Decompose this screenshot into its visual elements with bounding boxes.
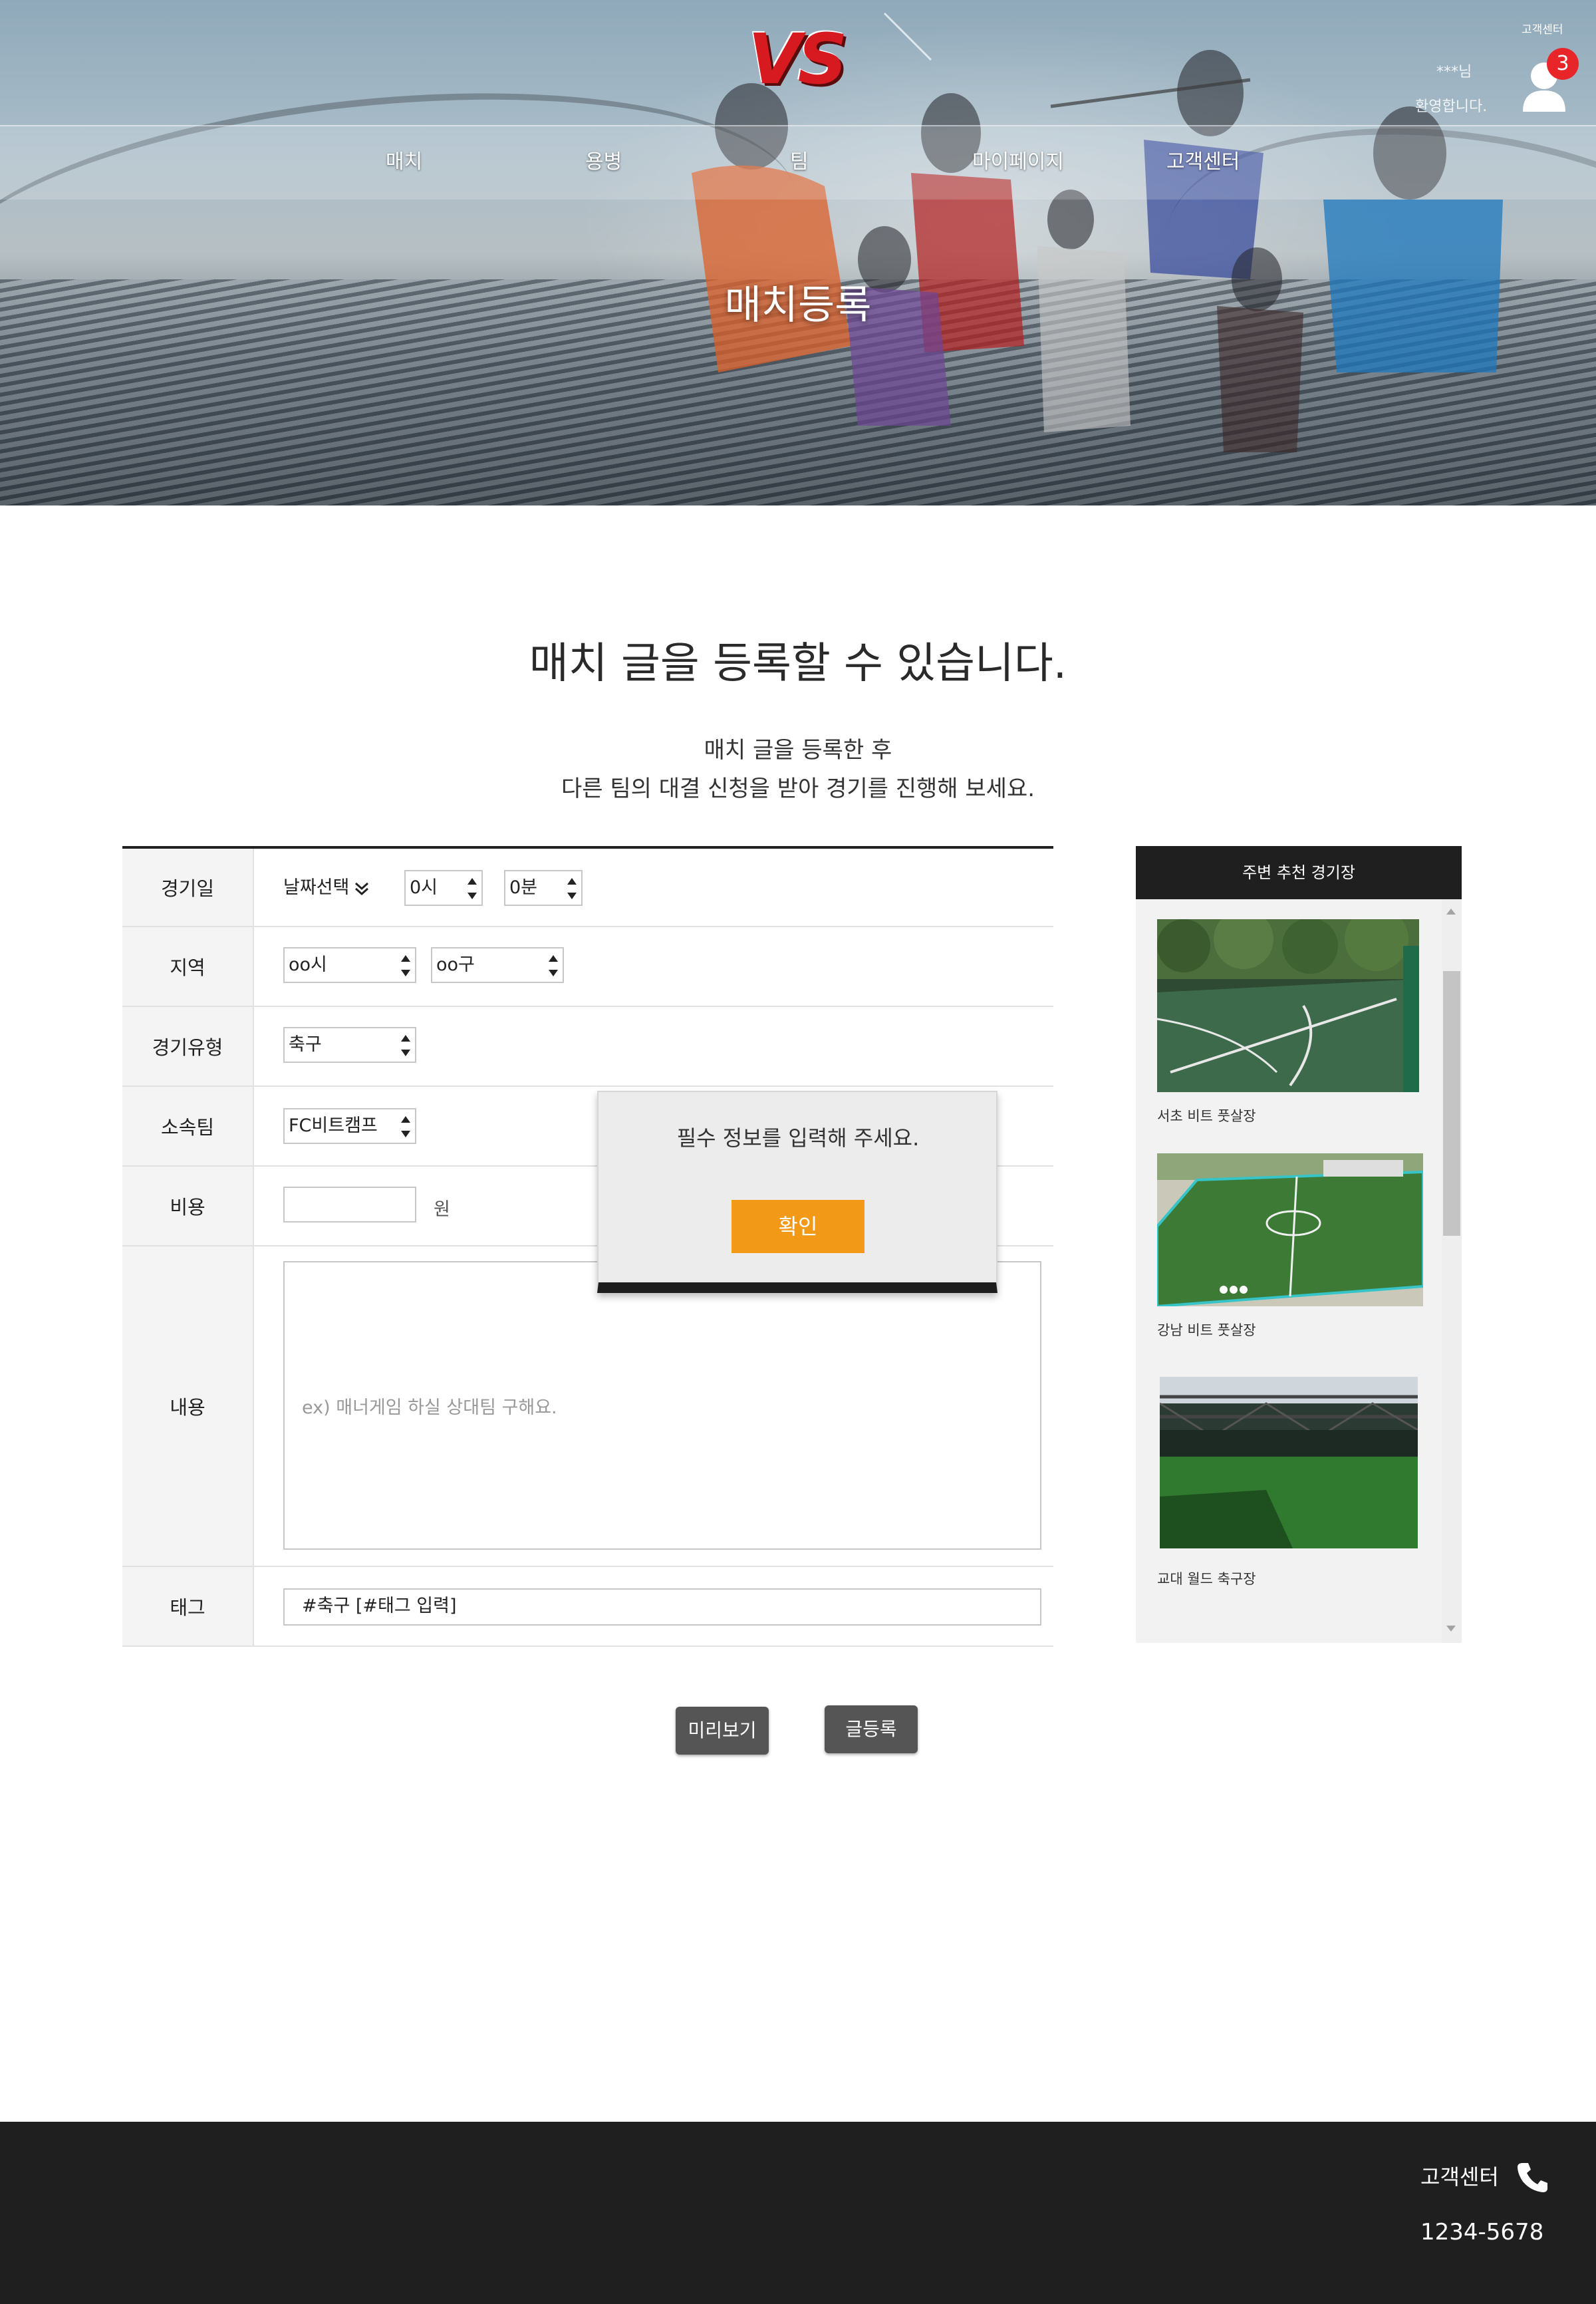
preview-button[interactable]: 미리보기 — [676, 1707, 769, 1755]
vs-logo[interactable]: VS — [748, 23, 848, 96]
city-value: oo시 — [289, 954, 327, 975]
nearby-venues-panel: 주변 추천 경기장 서초 비트 풋살장 강남 비트 풋살장 교대 월드 축구장 — [1136, 846, 1462, 1643]
venue-image[interactable] — [1160, 1377, 1418, 1548]
confirm-button[interactable]: 확인 — [732, 1200, 864, 1253]
match-type-select[interactable]: 축구 — [283, 1027, 416, 1063]
scrollbar-thumb[interactable] — [1443, 971, 1460, 1236]
spinner-arrows-icon[interactable] — [467, 878, 477, 899]
venue-image[interactable] — [1157, 919, 1419, 1092]
footer-customer-center: 고객센터 — [1420, 2164, 1499, 2190]
intro-description: 매치 글을 등록한 후 — [704, 737, 892, 764]
cost-input[interactable] — [283, 1187, 416, 1223]
hour-value: 0시 — [410, 877, 438, 898]
intro-title: 매치 글을 등록할 수 있습니다. — [529, 639, 1067, 688]
scroll-down-arrow-icon[interactable] — [1446, 1626, 1456, 1632]
nav-item-customer-center[interactable]: 고객센터 — [1166, 145, 1240, 174]
main-nav: 매치 용병 팀 마이페이지 고객센터 — [0, 145, 1596, 178]
nav-item-team[interactable]: 팀 — [790, 145, 809, 174]
hour-stepper[interactable]: 0시 — [404, 870, 483, 906]
match-type-value: 축구 — [289, 1034, 322, 1055]
tag-input[interactable]: #축구 [#태그 입력] — [283, 1588, 1041, 1626]
field-label: 내용 — [122, 1246, 254, 1566]
spinner-arrows-icon[interactable] — [548, 955, 559, 976]
team-value: FC비트캠프 — [289, 1115, 378, 1136]
field-label: 경기유형 — [122, 1007, 254, 1085]
form-row-content: 내용 ex) 매너게임 하실 상대팀 구해요. — [122, 1246, 1053, 1567]
footer: 고객센터 1234-5678 — [0, 2122, 1596, 2304]
field-label: 지역 — [122, 927, 254, 1006]
hero-banner: VS 고객센터 ***님 환영합니다. 3 매치 용병 팀 마이페이지 고객센터… — [0, 0, 1596, 505]
venue-name[interactable]: 강남 비트 풋살장 — [1157, 1320, 1256, 1340]
panel-title: 주변 추천 경기장 — [1136, 846, 1462, 899]
alert-dialog: 필수 정보를 입력해 주세요. 확인 — [597, 1091, 998, 1293]
city-select[interactable]: oo시 — [283, 947, 416, 983]
nav-item-mercenary[interactable]: 용병 — [585, 145, 622, 174]
form-row-tag: 태그 #축구 [#태그 입력] — [122, 1567, 1053, 1647]
minute-value: 0분 — [509, 877, 538, 898]
intro-description: 다른 팀의 대결 신청을 받아 경기를 진행해 보세요. — [561, 776, 1035, 802]
field-label: 비용 — [122, 1167, 254, 1245]
date-picker[interactable]: 날짜선택 — [283, 873, 370, 899]
phone-icon[interactable] — [1515, 2159, 1551, 2195]
venue-name[interactable]: 교대 월드 축구장 — [1157, 1568, 1256, 1588]
form-row-date: 경기일 날짜선택 0시 0분 — [122, 849, 1053, 927]
venue-name[interactable]: 서초 비트 풋살장 — [1157, 1105, 1256, 1125]
customer-center-link[interactable]: 고객센터 — [1522, 20, 1563, 37]
spinner-arrows-icon[interactable] — [567, 878, 577, 899]
spinner-arrows-icon[interactable] — [400, 1035, 411, 1056]
date-select-label: 날짜선택 — [283, 877, 350, 898]
user-greeting: 환영합니다. — [1415, 98, 1488, 115]
field-label: 소속팀 — [122, 1087, 254, 1165]
nav-item-mypage[interactable]: 마이페이지 — [972, 145, 1064, 174]
field-label: 태그 — [122, 1567, 254, 1646]
form-row-region: 지역 oo시 oo구 — [122, 927, 1053, 1007]
user-name: ***님 — [1436, 64, 1472, 80]
notification-badge[interactable]: 3 — [1547, 48, 1579, 80]
venue-image[interactable] — [1157, 1153, 1423, 1306]
team-select[interactable]: FC비트캠프 — [283, 1108, 416, 1144]
spinner-arrows-icon[interactable] — [400, 1116, 411, 1137]
minute-stepper[interactable]: 0분 — [504, 870, 583, 906]
currency-unit: 원 — [434, 1199, 450, 1220]
form-row-match-type: 경기유형 축구 — [122, 1007, 1053, 1087]
field-label: 경기일 — [122, 849, 254, 926]
district-value: oo구 — [436, 954, 475, 975]
submit-button[interactable]: 글등록 — [825, 1705, 918, 1753]
page-title: 매치등록 — [724, 282, 872, 329]
footer-phone-number[interactable]: 1234-5678 — [1420, 2219, 1543, 2245]
content-textarea[interactable]: ex) 매너게임 하실 상대팀 구해요. — [283, 1261, 1041, 1550]
scroll-up-arrow-icon[interactable] — [1446, 909, 1456, 915]
district-select[interactable]: oo구 — [431, 947, 564, 983]
spinner-arrows-icon[interactable] — [400, 955, 411, 976]
chevron-double-down-icon — [355, 882, 369, 895]
nav-item-match[interactable]: 매치 — [386, 145, 422, 174]
alert-message: 필수 정보를 입력해 주세요. — [676, 1125, 920, 1151]
